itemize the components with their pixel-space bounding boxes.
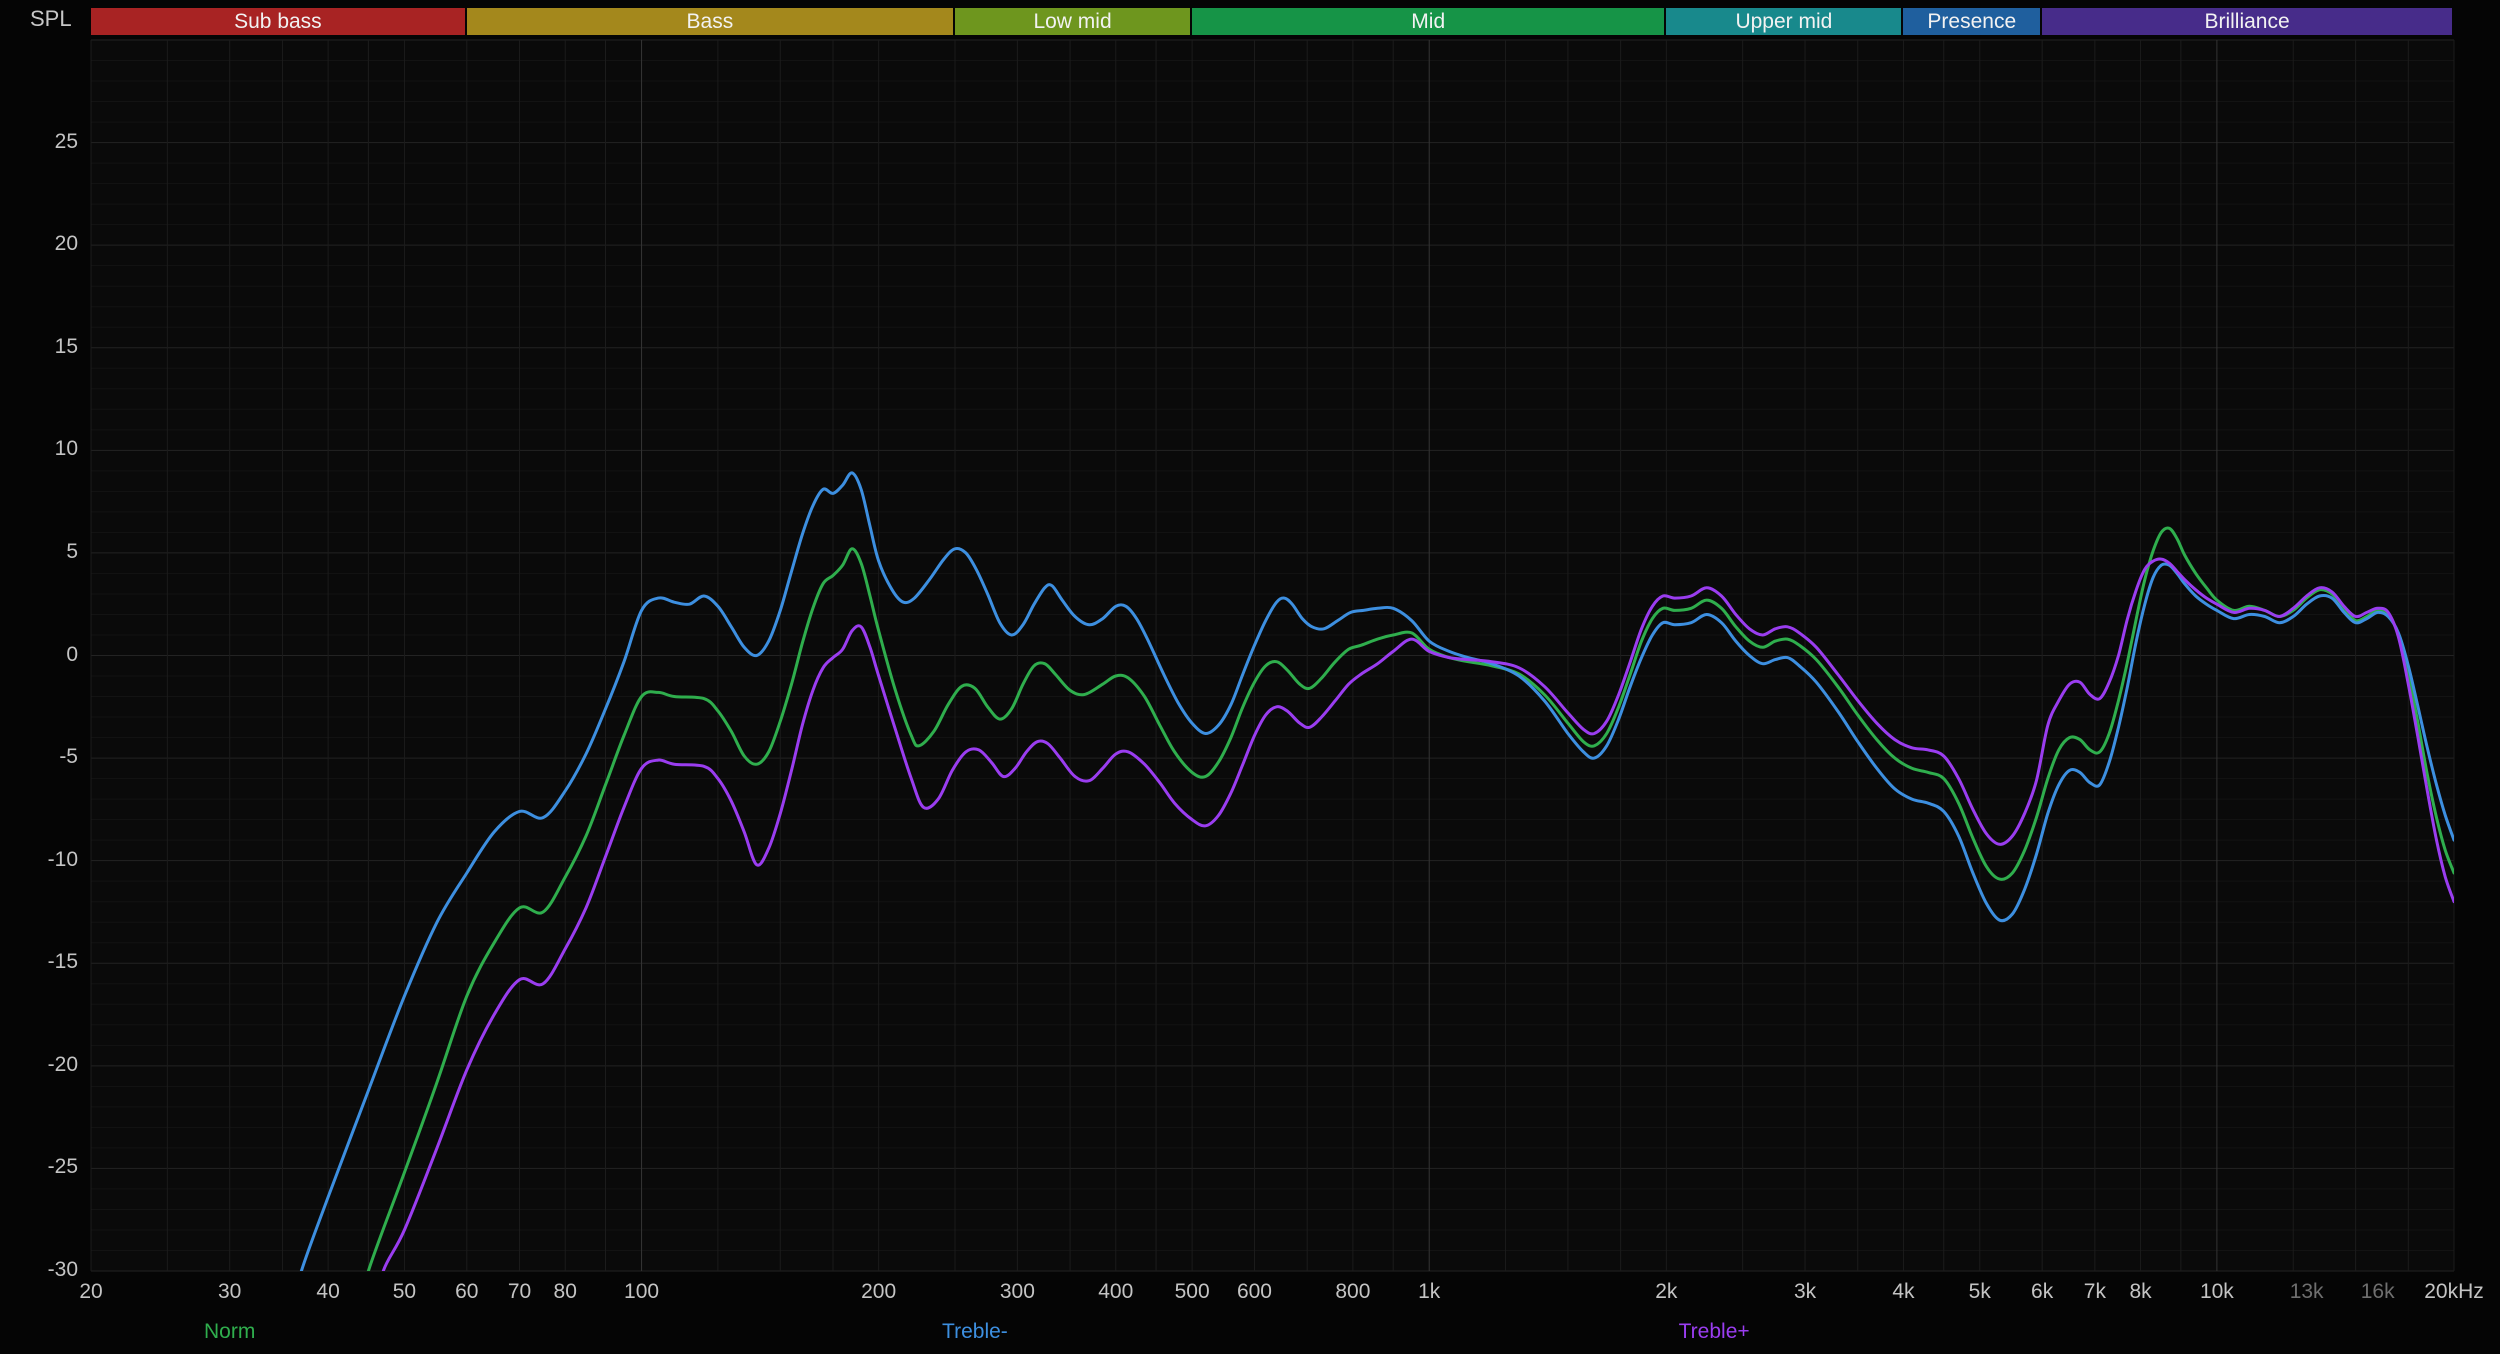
x-tick-200: 200 bbox=[861, 1280, 897, 1303]
band-sub-bass: Sub bass bbox=[91, 8, 467, 35]
y-tick-20: 20 bbox=[54, 232, 78, 256]
y-tick-5: 5 bbox=[66, 539, 78, 563]
x-tick-70: 70 bbox=[507, 1280, 532, 1303]
y-tick-25: 25 bbox=[54, 129, 78, 153]
plot-area bbox=[90, 39, 2455, 1272]
x-tick-300: 300 bbox=[999, 1280, 1035, 1303]
x-tick-2k: 2k bbox=[1655, 1280, 1678, 1303]
x-tick-16k: 16k bbox=[2360, 1280, 2395, 1303]
y-tick--30: -30 bbox=[47, 1258, 78, 1281]
band-presence: Presence bbox=[1903, 8, 2043, 35]
frequency-response-chart: SPL Sub bass Bass Low mid Mid Upper mid Prese… bbox=[0, 0, 2500, 1354]
band-bass: Bass bbox=[466, 8, 955, 35]
y-tick--10: -10 bbox=[47, 847, 78, 871]
y-tick-0: 0 bbox=[66, 642, 78, 666]
x-tick-4k: 4k bbox=[1892, 1280, 1915, 1303]
x-tick-20khz: 20kHz bbox=[2424, 1280, 2484, 1303]
x-tick-40: 40 bbox=[316, 1280, 340, 1303]
legend-norm: Norm bbox=[204, 1320, 256, 1343]
x-tick-20: 20 bbox=[79, 1280, 103, 1303]
legend-treble-: Treble+ bbox=[1678, 1320, 1750, 1343]
y-tick--5: -5 bbox=[59, 745, 78, 769]
x-tick-50: 50 bbox=[392, 1280, 417, 1303]
x-tick-30: 30 bbox=[218, 1280, 242, 1303]
y-tick-15: 15 bbox=[54, 334, 78, 358]
legend-treble-: Treble- bbox=[942, 1320, 1008, 1343]
x-tick-1k: 1k bbox=[1418, 1280, 1441, 1303]
x-tick-400: 400 bbox=[1098, 1280, 1134, 1303]
band-mid: Mid bbox=[1192, 8, 1667, 35]
x-tick-6k: 6k bbox=[2031, 1280, 2054, 1303]
y-tick--20: -20 bbox=[47, 1052, 78, 1076]
x-tick-500: 500 bbox=[1174, 1280, 1210, 1303]
band-brilliance: Brilliance bbox=[2042, 8, 2454, 35]
x-tick-600: 600 bbox=[1236, 1280, 1272, 1303]
x-tick-800: 800 bbox=[1335, 1280, 1371, 1303]
x-tick-60: 60 bbox=[455, 1280, 479, 1303]
x-tick-80: 80 bbox=[553, 1280, 577, 1303]
x-tick-13k: 13k bbox=[2289, 1280, 2324, 1303]
x-tick-7k: 7k bbox=[2083, 1280, 2106, 1303]
y-tick--15: -15 bbox=[47, 950, 78, 974]
y-axis-title: SPL bbox=[30, 6, 72, 31]
y-tick-10: 10 bbox=[54, 437, 78, 461]
x-tick-3k: 3k bbox=[1793, 1280, 1817, 1303]
x-tick-100: 100 bbox=[624, 1280, 660, 1303]
x-tick-10k: 10k bbox=[2199, 1280, 2234, 1303]
x-tick-8k: 8k bbox=[2129, 1280, 2152, 1303]
band-upper-mid: Upper mid bbox=[1666, 8, 1904, 35]
y-tick--25: -25 bbox=[47, 1155, 78, 1179]
gridlines bbox=[90, 39, 2455, 1272]
band-low-mid: Low mid bbox=[954, 8, 1193, 35]
x-tick-5k: 5k bbox=[1968, 1280, 1991, 1303]
